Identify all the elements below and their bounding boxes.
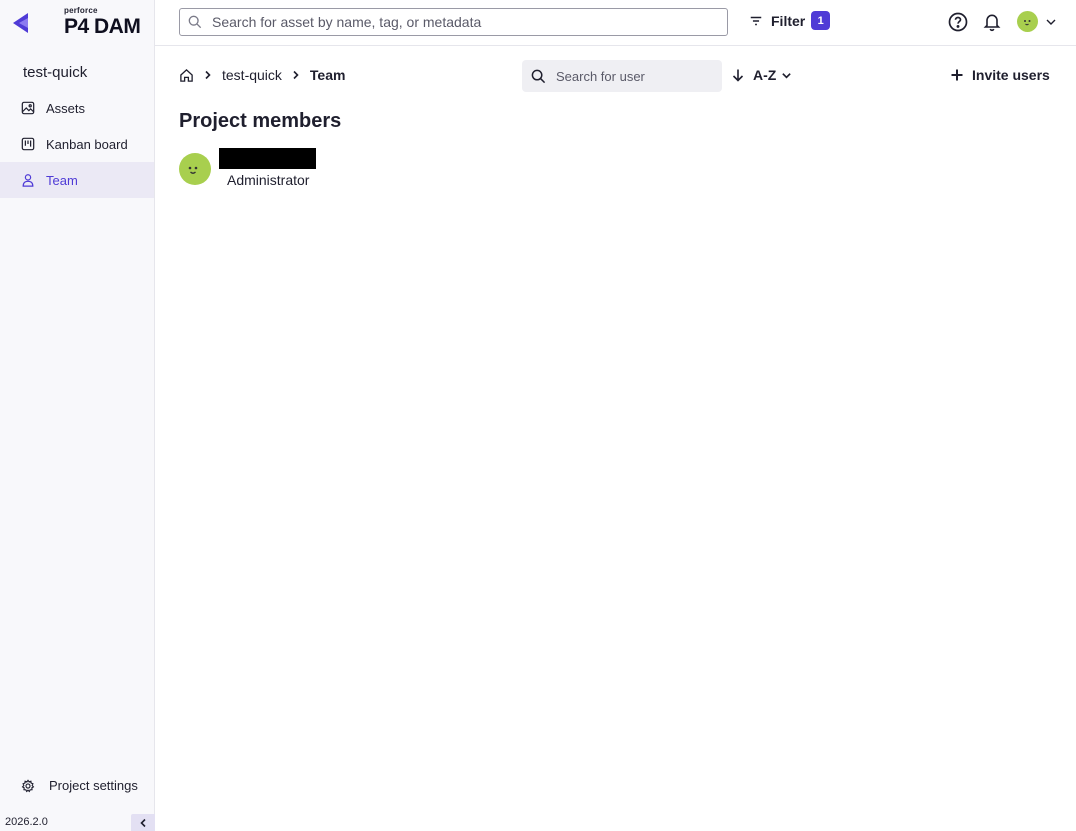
user-search-input[interactable]: [556, 68, 716, 84]
logo-brand-text: perforce: [64, 6, 98, 15]
sort-button[interactable]: A-Z: [731, 67, 792, 83]
invite-users-label: Invite users: [972, 67, 1050, 83]
help-icon[interactable]: [948, 12, 968, 32]
logo-product-text: P4 DAM: [64, 15, 141, 38]
breadcrumb: test-quick Team: [179, 67, 345, 83]
settings-label: Project settings: [49, 778, 138, 793]
sort-label: A-Z: [753, 67, 777, 83]
filter-label: Filter: [771, 12, 806, 29]
home-icon[interactable]: [179, 68, 194, 83]
global-search-input[interactable]: [212, 14, 712, 30]
search-icon: [531, 69, 546, 83]
member-name-redacted: [219, 148, 316, 169]
user-search-box[interactable]: [522, 60, 722, 92]
arrow-down-icon: [732, 69, 744, 82]
search-icon: [188, 15, 202, 29]
filter-button[interactable]: Filter 1: [749, 11, 831, 30]
avatar: [179, 153, 211, 185]
smiley-face-icon: [188, 166, 198, 174]
perforce-logo-icon: [13, 13, 28, 33]
project-settings-button[interactable]: Project settings: [21, 778, 138, 793]
chevron-right-icon: [205, 70, 211, 80]
chevron-left-icon: [139, 818, 146, 827]
app-version: 2026.2.0: [5, 816, 48, 828]
global-search-box[interactable]: [179, 8, 728, 36]
sidebar-item-team[interactable]: Team: [0, 162, 154, 198]
app-logo[interactable]: perforce P4 DAM: [10, 6, 141, 40]
top-header: Filter 1: [155, 0, 1076, 46]
chevron-down-icon: [782, 72, 792, 79]
invite-users-button[interactable]: Invite users: [950, 67, 1050, 83]
filter-icon: [750, 16, 762, 25]
chevron-right-icon: [293, 70, 299, 80]
gear-icon: [21, 778, 35, 792]
project-name: test-quick: [23, 64, 88, 81]
image-icon: [21, 101, 35, 115]
member-role: Administrator: [227, 172, 310, 188]
sidebar-item-kanban-board[interactable]: Kanban board: [0, 126, 154, 162]
sidebar: perforce P4 DAM test-quick Assets Kanban…: [0, 0, 155, 831]
user-icon: [22, 174, 34, 187]
breadcrumb-current: Team: [309, 67, 346, 83]
list-item[interactable]: Administrator: [179, 147, 379, 191]
kanban-icon: [21, 137, 35, 151]
sidebar-item-assets[interactable]: Assets: [0, 90, 154, 126]
page-title: Project members: [179, 110, 342, 132]
sidebar-nav: Assets Kanban board Team: [0, 90, 154, 198]
sidebar-item-label: Assets: [46, 100, 86, 116]
smiley-face-icon: [1024, 20, 1031, 26]
chevron-down-icon: [1046, 19, 1056, 25]
sidebar-item-label: Kanban board: [46, 136, 128, 152]
filter-count-badge: 1: [811, 11, 831, 30]
sidebar-item-label: Team: [46, 172, 78, 188]
breadcrumb-project-link[interactable]: test-quick: [222, 67, 282, 83]
bell-icon[interactable]: [983, 12, 1001, 32]
collapse-sidebar-button[interactable]: [131, 814, 155, 831]
user-menu-button[interactable]: [1017, 11, 1057, 32]
plus-icon: [951, 69, 963, 81]
avatar: [1017, 11, 1038, 32]
